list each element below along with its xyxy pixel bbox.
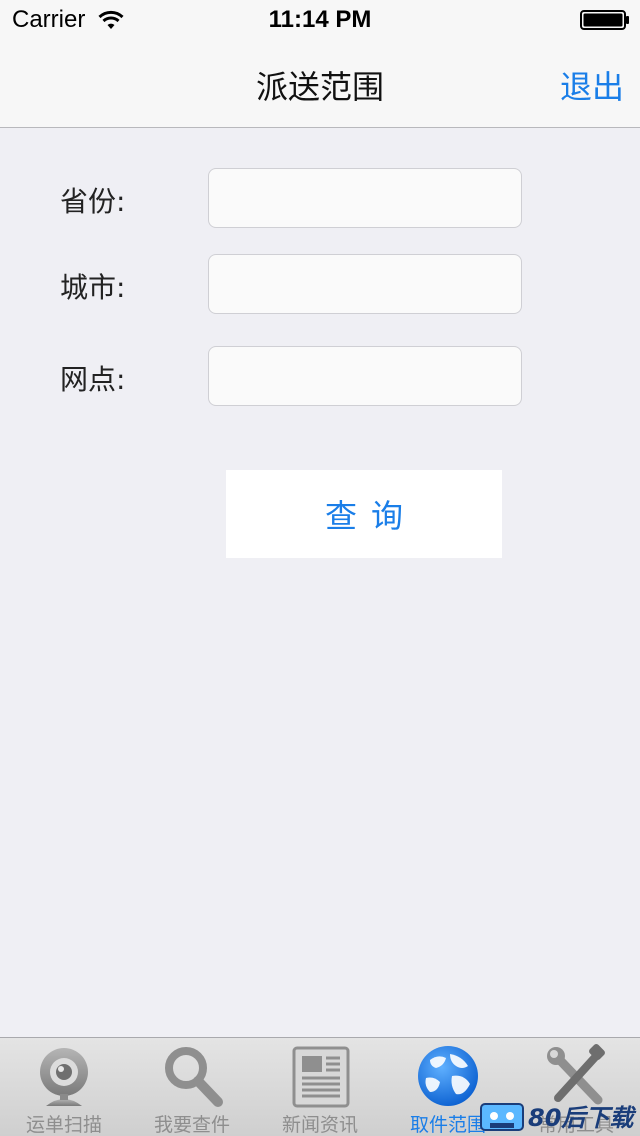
tab-label: 运单扫描 <box>25 1114 102 1136</box>
tab-news[interactable]: 新闻资讯 <box>256 1038 384 1136</box>
province-input[interactable] <box>208 168 522 228</box>
logout-button[interactable]: 退出 <box>560 62 624 108</box>
city-label: 城市: <box>60 271 126 304</box>
tab-label: 新闻资讯 <box>281 1114 358 1136</box>
magnifier-icon <box>165 1047 223 1107</box>
globe-icon <box>418 1046 478 1106</box>
outlet-label: 网点: <box>60 363 126 396</box>
status-bar: Carrier 11:14 PM <box>0 0 640 40</box>
watermark-text: 80后下载 <box>528 1104 634 1132</box>
battery-icon <box>580 10 629 30</box>
watermark: 80后下载 <box>478 1098 638 1134</box>
outlet-input[interactable] <box>208 346 522 406</box>
page-title: 派送范围 <box>255 68 384 106</box>
tab-label: 我要查件 <box>153 1114 230 1136</box>
cassette-icon <box>480 1103 524 1131</box>
city-input[interactable] <box>208 254 522 314</box>
query-button[interactable]: 查询 <box>226 470 502 558</box>
province-label: 省份: <box>60 185 126 218</box>
status-time: 11:14 PM <box>268 6 372 33</box>
navigation-bar: 派送范围 退出 <box>0 40 640 128</box>
tab-waybill-scan[interactable]: 运单扫描 <box>0 1038 128 1136</box>
newspaper-icon <box>292 1046 350 1108</box>
tab-package-search[interactable]: 我要查件 <box>128 1038 256 1136</box>
webcam-icon <box>40 1048 88 1106</box>
